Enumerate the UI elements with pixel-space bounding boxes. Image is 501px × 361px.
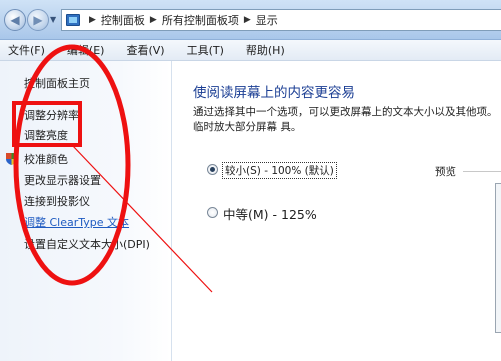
sidebar-item-connect-projector[interactable]: 连接到投影仪 — [24, 193, 90, 209]
sidebar-item-change-display-settings[interactable]: 更改显示器设置 — [24, 172, 101, 188]
breadcrumb-separator-icon[interactable]: ▶ — [150, 15, 157, 25]
preview-label: 预览 — [435, 166, 456, 178]
forward-button[interactable]: ▶ — [27, 9, 49, 31]
radio-medium[interactable] — [207, 207, 218, 218]
preview-divider — [463, 171, 501, 172]
control-panel-icon — [66, 14, 80, 26]
breadcrumb-all-items[interactable]: 所有控制面板项 — [162, 12, 239, 28]
sidebar-item-adjust-brightness[interactable]: 调整亮度 — [24, 127, 68, 143]
menu-view[interactable]: 查看(V) — [126, 42, 164, 58]
option-medium-label[interactable]: 中等(M) - 125% — [223, 204, 317, 223]
sidebar-item-custom-dpi[interactable]: 设置自定义文本大小(DPI) — [24, 236, 150, 252]
arrow-right-icon: ▶ — [33, 13, 43, 27]
sidebar-item-adjust-resolution[interactable]: 调整分辨率 — [24, 107, 79, 123]
sidebar-item-cleartype[interactable]: 调整 ClearType 文本 — [24, 214, 129, 230]
sidebar-item-calibrate-color[interactable]: 校准颜色 — [24, 151, 68, 167]
main-panel: 使阅读屏幕上的内容更容易 通过选择其中一个选项，可以更改屏幕上的文本大小以及其他… — [173, 61, 501, 361]
page-title: 使阅读屏幕上的内容更容易 — [193, 85, 355, 101]
address-bar[interactable]: ▶ 控制面板 ▶ 所有控制面板项 ▶ 显示 — [61, 9, 501, 31]
breadcrumb-control-panel[interactable]: 控制面板 — [101, 12, 145, 28]
breadcrumb-display[interactable]: 显示 — [256, 12, 278, 28]
breadcrumb-separator-icon[interactable]: ▶ — [244, 15, 251, 25]
menu-tools[interactable]: 工具(T) — [187, 42, 224, 58]
menu-help[interactable]: 帮助(H) — [246, 42, 285, 58]
menu-bar: 文件(F) 编辑(E) 查看(V) 工具(T) 帮助(H) — [0, 40, 501, 61]
menu-edit[interactable]: 编辑(E) — [67, 42, 105, 58]
breadcrumb-separator-icon[interactable]: ▶ — [89, 15, 96, 25]
radio-small[interactable] — [207, 164, 218, 175]
option-small-label[interactable]: 较小(S) - 100% (默认) — [222, 162, 337, 179]
arrow-left-icon: ◀ — [10, 13, 20, 27]
preview-image — [495, 183, 501, 333]
sidebar-item-control-panel-home[interactable]: 控制面板主页 — [24, 75, 90, 91]
title-bar: ◀ ▶ ▼ ▶ 控制面板 ▶ 所有控制面板项 ▶ 显示 — [0, 0, 501, 40]
back-button[interactable]: ◀ — [4, 9, 26, 31]
shield-icon — [6, 153, 17, 165]
page-description: 通过选择其中一个选项，可以更改屏幕上的文本大小以及其他项。 临时放大部分屏幕 具… — [193, 106, 498, 133]
history-dropdown-icon[interactable]: ▼ — [50, 15, 56, 24]
sidebar: 控制面板主页 调整分辨率 调整亮度 校准颜色 更改显示器设置 连接到投影仪 调整… — [0, 61, 172, 361]
menu-file[interactable]: 文件(F) — [8, 42, 45, 58]
